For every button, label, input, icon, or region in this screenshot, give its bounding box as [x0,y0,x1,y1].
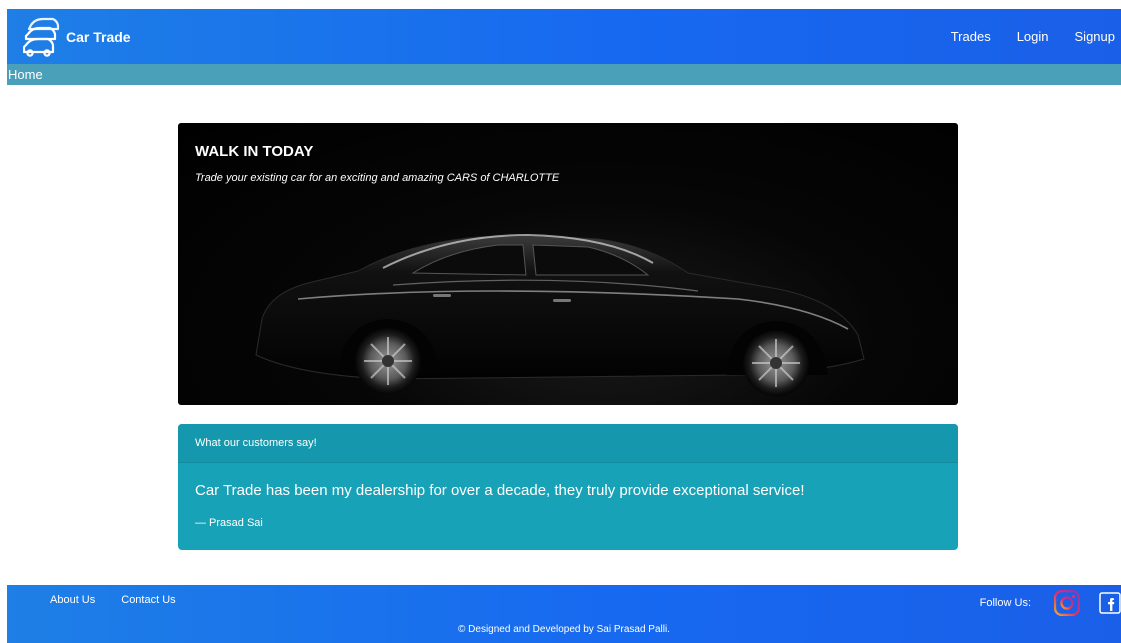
copyright-text: © Designed and Developed by Sai Prasad P… [458,624,670,635]
footer: About Us Contact Us Follow Us: © Designe… [7,585,1121,643]
nav-trades-link[interactable]: Trades [951,29,991,44]
instagram-icon[interactable] [1054,590,1080,616]
facebook-icon[interactable] [1099,592,1121,614]
testimonial-card: What our customers say! Car Trade has be… [178,424,958,550]
nav-login-link[interactable]: Login [1017,29,1049,44]
contact-us-link[interactable]: Contact Us [121,594,175,606]
nav-signup-link[interactable]: Signup [1075,29,1115,44]
car-stack-icon [23,17,60,57]
breadcrumb: Home [7,64,1121,85]
testimonial-header: What our customers say! [178,424,958,463]
social-follow: Follow Us: [980,590,1121,616]
top-navbar: Car Trade Trades Login Signup [7,9,1121,64]
testimonial-author: — Prasad Sai [195,517,263,529]
hero-title: WALK IN TODAY [195,143,314,160]
brand[interactable]: Car Trade [23,17,131,57]
footer-links: About Us Contact Us [50,594,202,606]
brand-name[interactable]: Car Trade [66,29,131,45]
follow-us-label: Follow Us: [979,597,1031,609]
testimonial-quote: Car Trade has been my dealership for ove… [195,482,805,499]
hero-banner: WALK IN TODAY Trade your existing car fo… [178,123,958,405]
about-us-link[interactable]: About Us [50,594,95,606]
car-icon [255,233,865,396]
hero-subtitle: Trade your existing car for an exciting … [195,172,560,184]
breadcrumb-home-link[interactable]: Home [8,67,43,82]
main-nav: Trades Login Signup [925,29,1115,44]
